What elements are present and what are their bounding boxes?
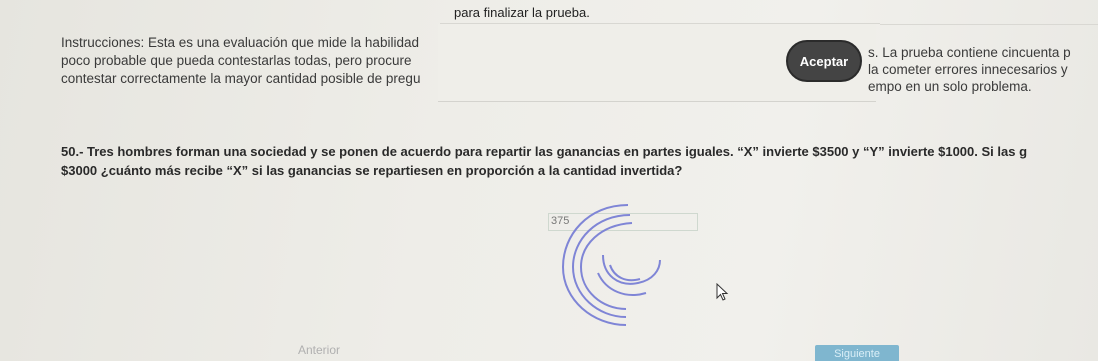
instructions-left: Instrucciones: Esta es una evaluación qu…: [61, 34, 441, 88]
question-text: 50.- Tres hombres forman una sociedad y …: [61, 142, 1098, 180]
next-button[interactable]: Siguiente: [815, 345, 899, 361]
question-line-1: 50.- Tres hombres forman una sociedad y …: [61, 144, 1028, 159]
accept-button-label: Aceptar: [799, 53, 849, 69]
divider: [880, 24, 1098, 25]
instructions-right-line-1: s. La prueba contiene cincuenta p: [868, 45, 1071, 60]
instructions-line-2: poco probable que pueda contestarlas tod…: [61, 53, 412, 68]
mouse-cursor-icon: [716, 283, 729, 301]
loading-spinner-icon: [561, 204, 661, 326]
instructions-banner: para finalizar la prueba.: [440, 0, 880, 24]
banner-text: para finalizar la prueba.: [454, 5, 590, 20]
instructions-right-line-2: la cometer errores innecesarios y: [868, 62, 1068, 77]
previous-button[interactable]: Anterior: [298, 343, 340, 357]
question-line-2: $3000 ¿cuánto más recibe “X” si las gana…: [61, 163, 683, 178]
instructions-line-1: Instrucciones: Esta es una evaluación qu…: [61, 35, 419, 50]
instructions-line-3: contestar correctamente la mayor cantida…: [61, 71, 421, 86]
instructions-right-line-3: empo en un solo problema.: [868, 79, 1032, 94]
accept-button[interactable]: Aceptar: [786, 40, 862, 82]
previous-button-label: Anterior: [298, 343, 341, 357]
instructions-right: s. La prueba contiene cincuenta p la com…: [868, 44, 1098, 95]
next-button-label: Siguiente: [834, 348, 880, 360]
